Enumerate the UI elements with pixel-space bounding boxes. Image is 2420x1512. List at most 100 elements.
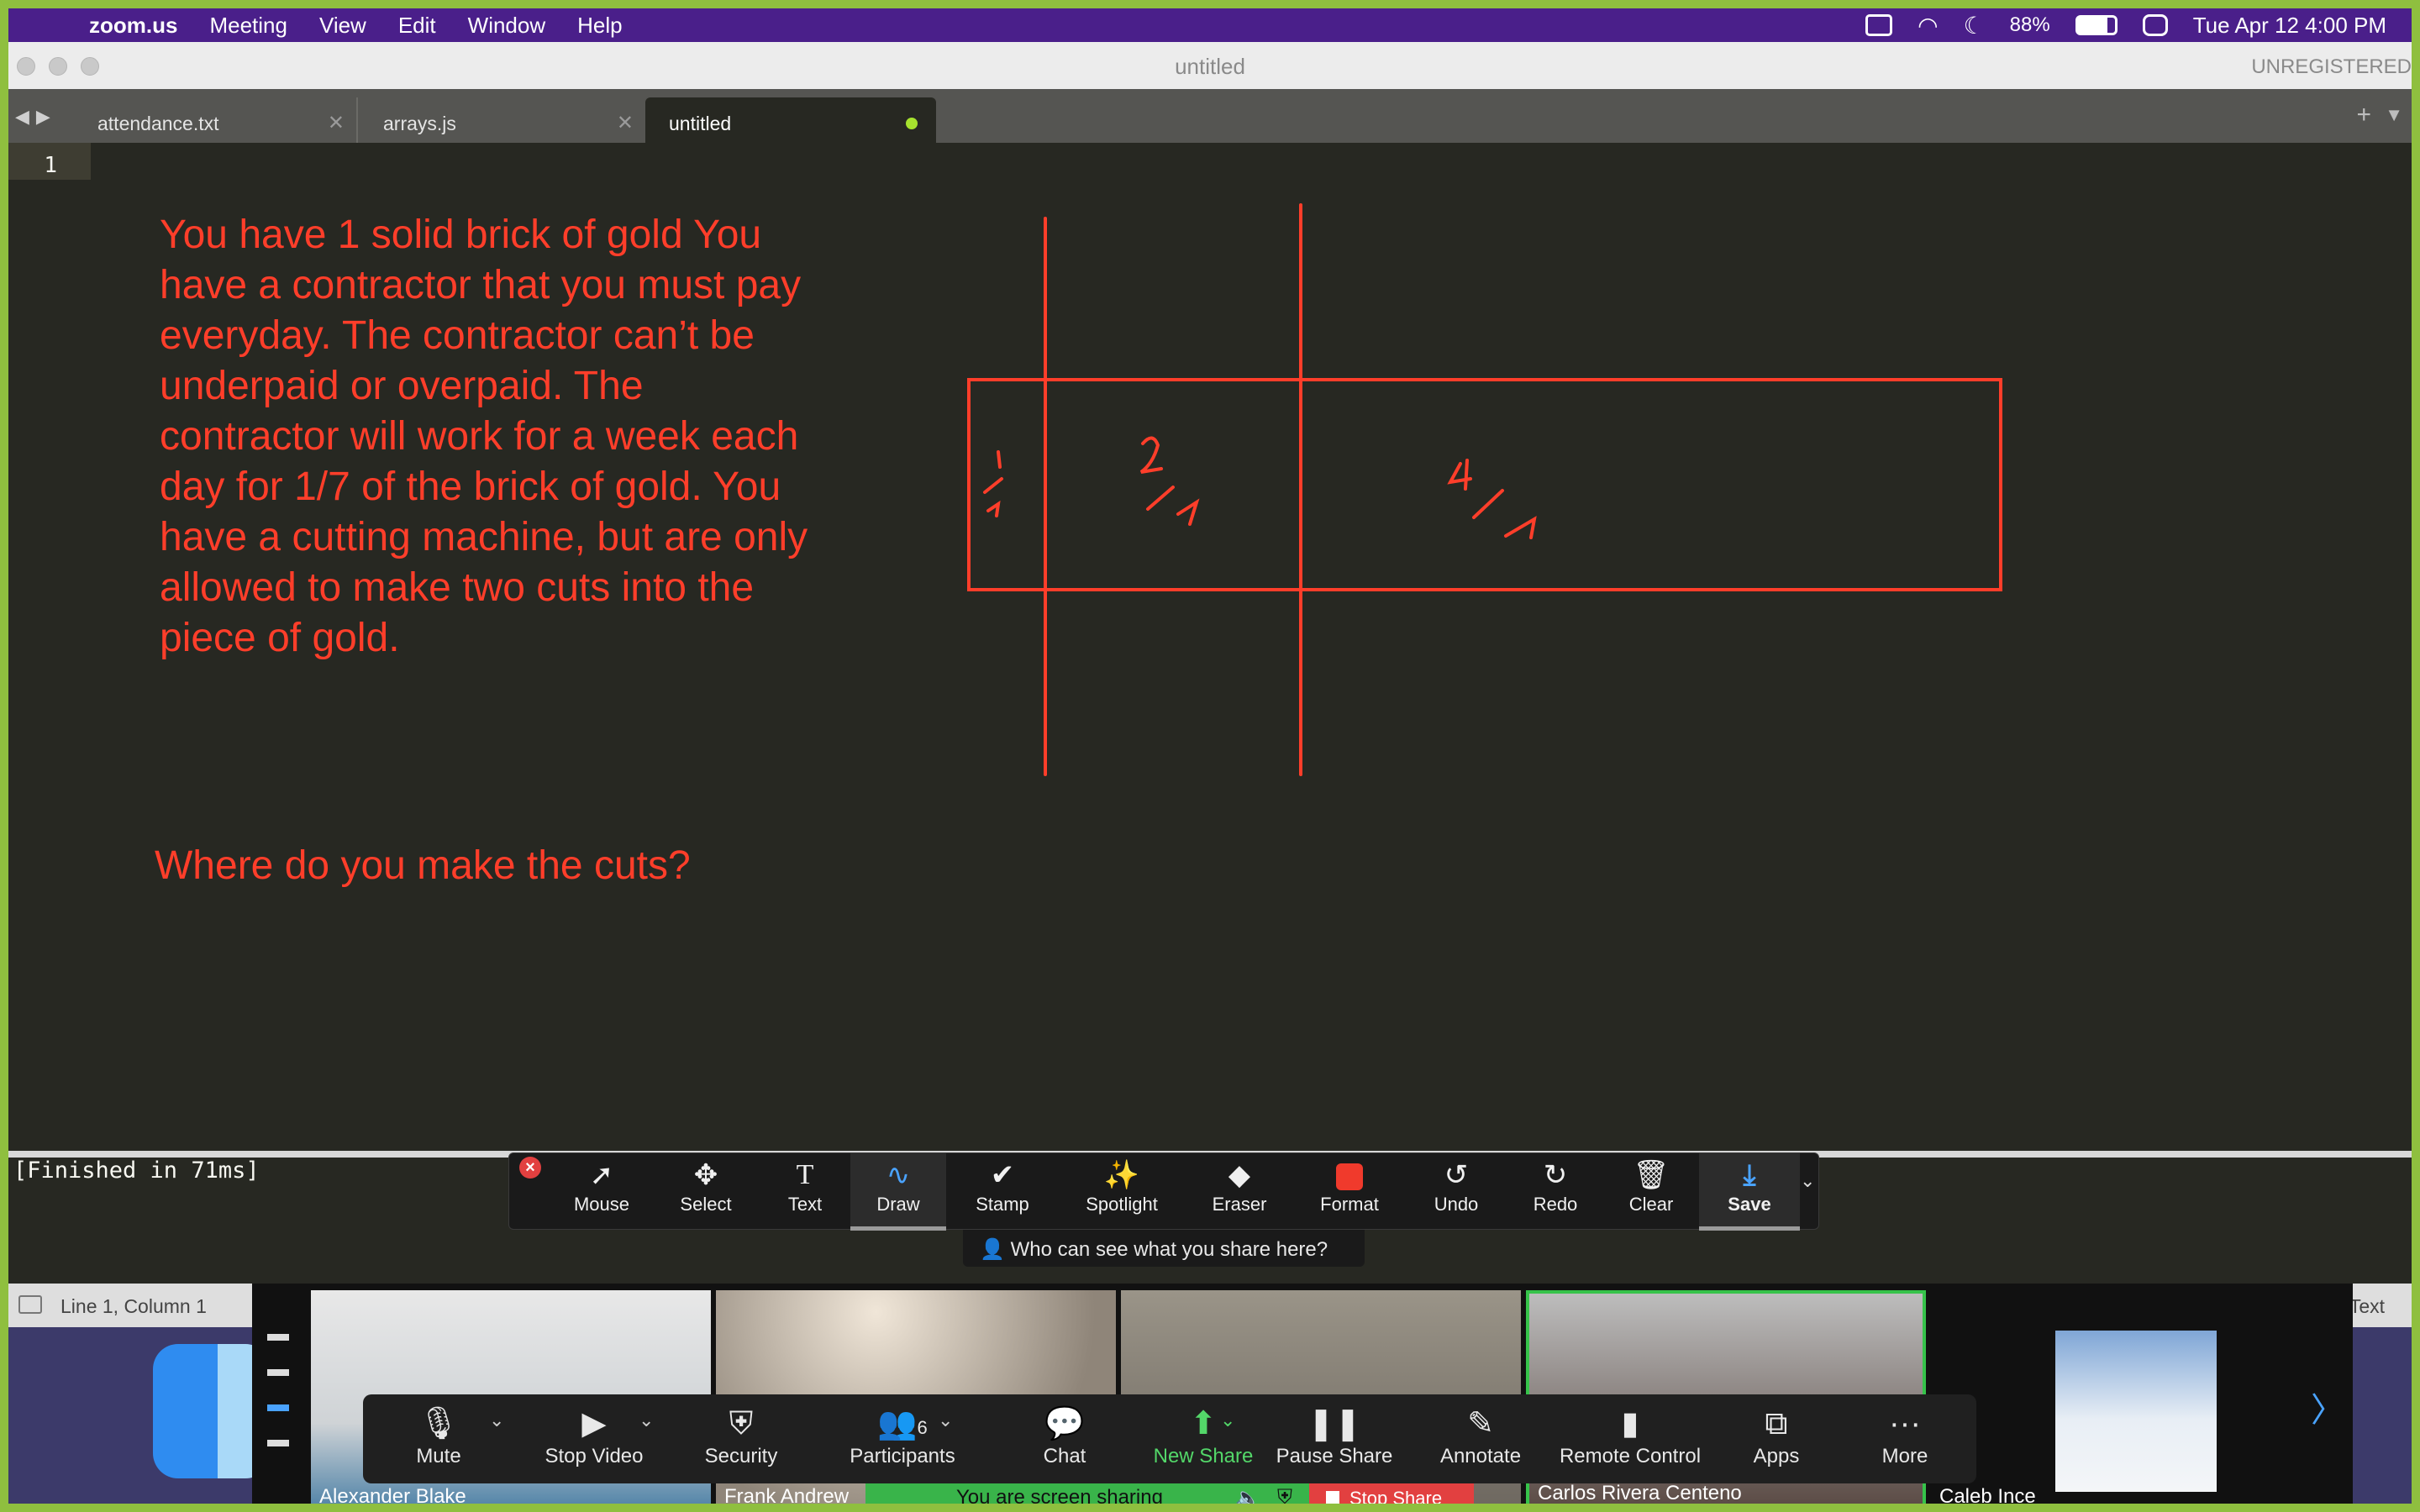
annotate-button[interactable]: ✎ Annotate: [1413, 1394, 1548, 1483]
tool-eraser[interactable]: ◆ Eraser: [1185, 1153, 1294, 1231]
more-button[interactable]: ··· More: [1859, 1394, 1951, 1483]
clock[interactable]: Tue Apr 12 4:00 PM: [2193, 13, 2386, 39]
share-visibility-notice[interactable]: 👤 Who can see what you share here?: [963, 1230, 1365, 1267]
moon-icon[interactable]: ☾: [1964, 12, 1985, 39]
menu-window[interactable]: Window: [468, 13, 545, 39]
move-icon: ✥: [693, 1159, 718, 1191]
menu-app-name[interactable]: zoom.us: [89, 13, 177, 39]
tool-label: Clear: [1628, 1194, 1674, 1215]
tool-spotlight[interactable]: ✨ Spotlight: [1059, 1153, 1185, 1231]
control-label: Mute: [416, 1445, 461, 1467]
sharing-status-text: You are screen sharing: [956, 1486, 1163, 1509]
stop-share-label: Stop Share: [1349, 1488, 1443, 1509]
fraction-4-7: [1447, 459, 1537, 539]
tool-stamp[interactable]: ✔ Stamp: [946, 1153, 1059, 1231]
sidebar-toggle-icon[interactable]: [18, 1295, 42, 1314]
wifi-icon[interactable]: ◠: [1918, 12, 1938, 39]
tool-undo[interactable]: ↺ Undo: [1405, 1153, 1507, 1231]
menu-view[interactable]: View: [319, 13, 366, 39]
security-button[interactable]: ⛨ Security: [674, 1394, 808, 1483]
tool-label: Spotlight: [1086, 1194, 1158, 1215]
menu-help[interactable]: Help: [577, 13, 622, 39]
red-square-icon: [1294, 1153, 1405, 1194]
tool-mouse[interactable]: ➚ Mouse: [551, 1153, 652, 1231]
tool-format[interactable]: Format: [1294, 1153, 1405, 1231]
control-label: Pause Share: [1276, 1445, 1393, 1467]
control-label: Chat: [1043, 1445, 1086, 1467]
unregistered-label: UNREGISTERED: [2251, 55, 2412, 78]
control-center-icon[interactable]: [2142, 14, 2168, 36]
unsaved-dot-icon[interactable]: [906, 118, 918, 129]
editor-area[interactable]: 1 You have 1 solid brick of gold You hav…: [8, 143, 2412, 1151]
person-icon: 👤: [980, 1238, 1005, 1261]
pause-share-button[interactable]: ❚❚ Pause Share: [1259, 1394, 1410, 1483]
participants-options-chevron-icon[interactable]: ⌄: [938, 1410, 953, 1431]
menu-edit[interactable]: Edit: [398, 13, 436, 39]
tool-text[interactable]: T Text: [760, 1153, 850, 1231]
tab-untitled[interactable]: untitled: [645, 97, 936, 143]
video-tile[interactable]: Caleb Ince: [1931, 1290, 2331, 1504]
remote-control-button[interactable]: ▮ Remote Control: [1546, 1394, 1714, 1483]
arrow-cursor-icon: ➚: [589, 1159, 614, 1191]
speaker-icon: 🔈: [1235, 1487, 1260, 1509]
gallery-view-toggle-icon[interactable]: [267, 1334, 289, 1475]
stop-video-button[interactable]: ▶ Stop Video: [514, 1394, 674, 1483]
new-tab-icon[interactable]: +: [2356, 101, 2371, 129]
tool-select[interactable]: ✥ Select: [652, 1153, 760, 1231]
close-tab-icon[interactable]: ✕: [617, 111, 634, 135]
tool-draw[interactable]: ∿ Draw: [850, 1153, 946, 1231]
checkmark-icon: ✔: [990, 1159, 1015, 1191]
participant-count: 6: [917, 1417, 928, 1438]
meeting-controls: 🎙 Mute ⌄ ▶ Stop Video ⌄ ⛨ Security 👥6 Partic…: [363, 1394, 1976, 1483]
stop-share-button[interactable]: Stop Share: [1309, 1483, 1474, 1509]
build-output-text: [Finished in 71ms]: [13, 1158, 260, 1184]
menu-meeting[interactable]: Meeting: [209, 13, 287, 39]
control-label: More: [1881, 1445, 1928, 1467]
apple-icon[interactable]: [32, 13, 55, 38]
mute-button[interactable]: 🎙 Mute: [380, 1394, 497, 1483]
apps-button[interactable]: ⧉ Apps: [1726, 1394, 1827, 1483]
tool-clear[interactable]: 🗑 Clear: [1603, 1153, 1699, 1231]
annotation-drawing: [967, 203, 2002, 776]
save-options-chevron-icon[interactable]: ⌄: [1800, 1170, 1815, 1192]
tab-label: arrays.js: [383, 113, 456, 134]
video-options-chevron-icon[interactable]: ⌄: [639, 1410, 654, 1431]
cursor-position[interactable]: Line 1, Column 1: [60, 1295, 207, 1318]
tool-save[interactable]: ⤓ Save: [1699, 1153, 1800, 1231]
undo-icon: ↺: [1444, 1159, 1469, 1191]
tool-label: Stamp: [976, 1194, 1029, 1215]
shield-icon: ⛨: [729, 1406, 754, 1441]
screen: zoom.us Meeting View Edit Window Help ◠ …: [0, 0, 2420, 1512]
tab-nav-arrows-icon[interactable]: ◀▶: [15, 106, 57, 128]
apps-icon: ⧉: [1765, 1406, 1788, 1441]
tab-menu-icon[interactable]: ▼: [2385, 104, 2403, 126]
pencil-icon: ✎: [1467, 1406, 1494, 1441]
participant-photo: [2055, 1331, 2217, 1492]
syntax-mode[interactable]: Text: [2349, 1295, 2385, 1318]
next-page-chevron-icon[interactable]: 〉: [2311, 1383, 2344, 1431]
new-share-button[interactable]: ⬆ New Share: [1136, 1394, 1270, 1483]
control-label: Participants: [850, 1445, 955, 1467]
share-options-chevron-icon[interactable]: ⌄: [1220, 1410, 1235, 1431]
tool-redo[interactable]: ↻ Redo: [1507, 1153, 1603, 1231]
tab-label: attendance.txt: [97, 113, 219, 134]
tool-label: Mouse: [573, 1194, 630, 1215]
battery-percent: 88%: [2009, 13, 2050, 36]
drive-icon[interactable]: [1865, 14, 1893, 36]
share-visibility-text: Who can see what you share here?: [1010, 1238, 1328, 1261]
participant-name: Carlos Rivera Centeno: [1538, 1482, 1742, 1504]
tab-attendance[interactable]: attendance.txt ✕: [74, 97, 358, 143]
microphone-icon: 🎙: [418, 1406, 460, 1441]
tool-label: Eraser: [1212, 1194, 1267, 1215]
tab-arrays[interactable]: arrays.js ✕: [360, 97, 645, 143]
chat-button[interactable]: 💬 Chat: [1002, 1394, 1128, 1483]
close-annotation-icon[interactable]: ×: [519, 1157, 541, 1179]
battery-icon[interactable]: [2075, 15, 2118, 35]
magic-wand-icon: ✨: [1103, 1159, 1140, 1191]
control-label: Security: [704, 1445, 778, 1467]
audio-options-chevron-icon[interactable]: ⌄: [489, 1410, 504, 1431]
participants-button[interactable]: 👥6 Participants: [820, 1394, 985, 1483]
close-tab-icon[interactable]: ✕: [328, 111, 345, 135]
redo-icon: ↻: [1543, 1159, 1568, 1191]
control-label: Annotate: [1439, 1445, 1522, 1467]
